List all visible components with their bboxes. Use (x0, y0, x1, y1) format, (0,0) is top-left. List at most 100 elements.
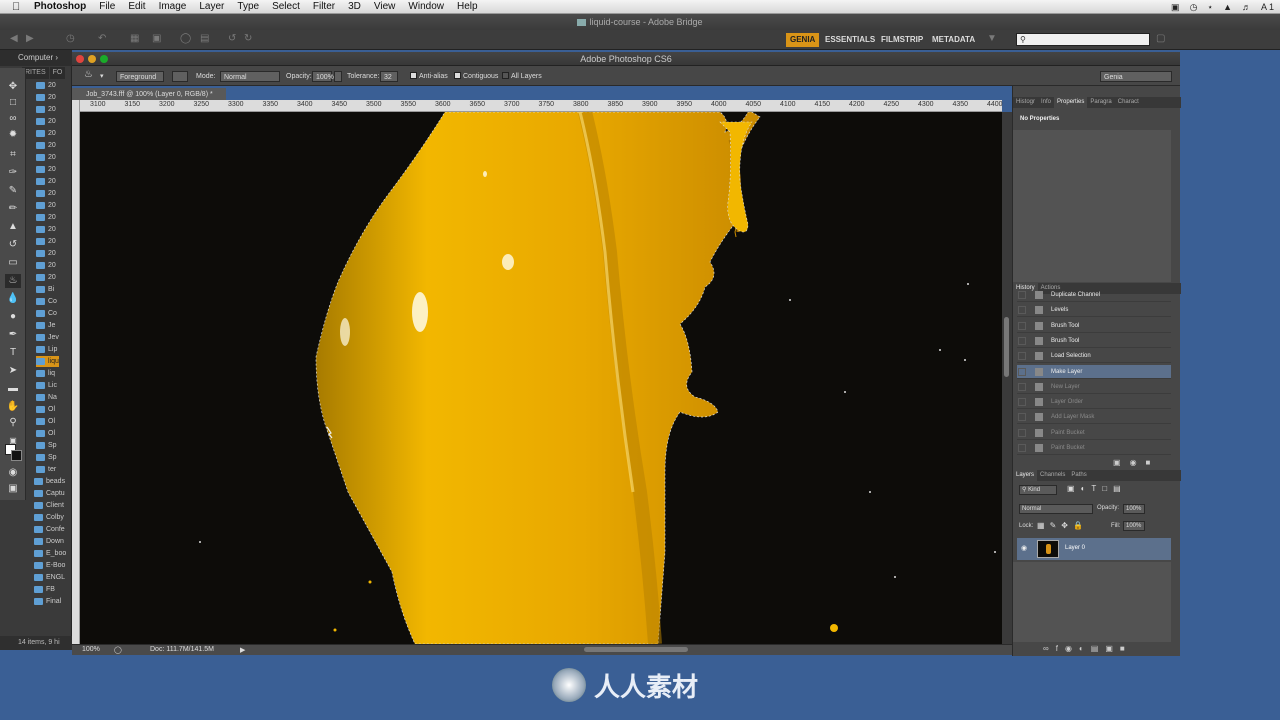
tab-properties[interactable]: Properties (1054, 97, 1088, 108)
adjustment-filter-icon[interactable]: ◐ (1081, 484, 1092, 493)
folder-item[interactable]: Final (34, 596, 61, 607)
horizontal-scroll-thumb[interactable] (584, 647, 688, 652)
history-state[interactable]: Paint Bucket (1017, 426, 1171, 440)
status-info-icon[interactable]: ◯ (114, 646, 122, 654)
history-state[interactable]: Duplicate Channel (1017, 288, 1171, 302)
folder-item[interactable]: ENGL (34, 572, 65, 583)
apple-icon[interactable]:  (12, 1, 26, 13)
folder-item[interactable]: 20 (36, 272, 56, 283)
eye-icon[interactable]: ◉ (1021, 544, 1027, 552)
opacity-input[interactable]: 100% (312, 71, 334, 82)
canvas-vertical-scrollbar[interactable] (1002, 112, 1012, 644)
camera-icon[interactable]: ▣ (1171, 2, 1180, 13)
tab-histogram[interactable]: Histogr (1013, 97, 1038, 108)
dodge-tool-icon[interactable]: ● (5, 310, 21, 324)
folder-item[interactable]: E_boo (34, 548, 66, 559)
folder-item[interactable]: Co (36, 308, 57, 319)
tab-paths[interactable]: Paths (1068, 470, 1089, 481)
delete-layer-icon[interactable]: ■ (1120, 644, 1132, 653)
folder-item[interactable]: Down (34, 536, 64, 547)
folder-item[interactable]: Lic (36, 380, 57, 391)
history-brush-tool-icon[interactable]: ↺ (5, 238, 21, 252)
menu-layer[interactable]: Layer (199, 1, 224, 12)
workspace-select[interactable]: Genia (1100, 71, 1172, 82)
fx-icon[interactable]: f (1056, 644, 1065, 653)
folder-item[interactable]: 20 (36, 224, 56, 235)
folder-item[interactable]: liq (36, 368, 55, 379)
quick-selection-tool-icon[interactable]: ✹ (5, 128, 21, 142)
folder-item[interactable]: Client (34, 500, 64, 511)
boomerang-icon[interactable]: ↶ (98, 33, 106, 44)
eyedropper-tool-icon[interactable]: ✑ (5, 166, 21, 180)
history-state[interactable]: Load Selection (1017, 349, 1171, 364)
crop-tool-icon[interactable]: ⌗ (5, 148, 21, 162)
blur-tool-icon[interactable]: 💧 (5, 292, 21, 306)
folder-item[interactable]: 20 (36, 104, 56, 115)
wifi-icon[interactable]: ▲ (1223, 2, 1232, 12)
fill-input[interactable]: 100% (1123, 521, 1145, 531)
shape-tool-icon[interactable]: ▬ (5, 382, 21, 396)
folder-item[interactable]: 20 (36, 116, 56, 127)
folder-item[interactable]: 20 (36, 140, 56, 151)
folder-item[interactable]: Ol (36, 428, 55, 439)
clone-stamp-tool-icon[interactable]: ▲ (5, 220, 21, 234)
folder-item[interactable]: ter (36, 464, 56, 475)
add-mask-icon[interactable]: ◉ (1065, 644, 1079, 653)
history-state[interactable]: Levels (1017, 303, 1171, 318)
menu-type[interactable]: Type (237, 1, 259, 12)
tab-paragraph[interactable]: Paragra (1087, 97, 1114, 108)
history-state[interactable]: New Layer (1017, 380, 1171, 394)
zoom-window-icon[interactable] (100, 55, 108, 63)
lock-transparency-icon[interactable]: ▦ (1037, 521, 1050, 530)
layer-filter-kind-select[interactable]: ⚲ Kind (1019, 485, 1057, 495)
folder-item[interactable]: Captu (34, 488, 65, 499)
move-tool-icon[interactable]: ✥ (5, 80, 21, 94)
menu-filter[interactable]: Filter (313, 1, 335, 12)
background-color-swatch[interactable] (11, 450, 22, 461)
tab-info[interactable]: Info (1038, 97, 1054, 108)
folder-item[interactable]: 20 (36, 260, 56, 271)
lock-pixels-icon[interactable]: ✎ (1050, 521, 1062, 530)
brush-tool-icon[interactable]: ✏ (5, 202, 21, 216)
folder-item[interactable]: 20 (36, 200, 56, 211)
document-canvas[interactable] (80, 112, 1002, 644)
history-brush-source-box[interactable] (1018, 367, 1026, 376)
paint-bucket-tool-icon[interactable]: ♨ (5, 274, 21, 288)
antialias-checkbox[interactable]: Anti-alias (410, 71, 448, 82)
menu-window[interactable]: Window (408, 1, 444, 12)
healing-brush-tool-icon[interactable]: ✎ (5, 184, 21, 198)
menu-image[interactable]: Image (159, 1, 187, 12)
menu-edit[interactable]: Edit (128, 1, 145, 12)
new-layer-icon[interactable]: ▣ (1105, 644, 1120, 653)
folder-item[interactable]: 20 (36, 176, 56, 187)
lasso-tool-icon[interactable]: ∞ (5, 112, 21, 126)
zoom-level[interactable]: 100% (82, 646, 100, 653)
folder-item[interactable]: Confe (34, 524, 65, 535)
smart-object-filter-icon[interactable]: ▤ (1113, 484, 1127, 493)
paint-bucket-preset-icon[interactable]: ♨ (84, 69, 93, 80)
pattern-picker[interactable] (172, 71, 188, 82)
menu-3d[interactable]: 3D (348, 1, 361, 12)
folder-item[interactable]: 20 (36, 236, 56, 247)
history-brush-source-box[interactable] (1018, 291, 1026, 299)
back-icon[interactable]: ◀ (10, 33, 18, 44)
timemachine-icon[interactable]: ◷ (1190, 2, 1198, 13)
tab-layers[interactable]: Layers (1013, 470, 1038, 481)
marquee-tool-icon[interactable]: □ (5, 96, 21, 110)
eraser-tool-icon[interactable]: ▭ (5, 256, 21, 270)
history-brush-source-box[interactable] (1018, 336, 1026, 345)
rotate-left-icon[interactable]: ↺ (228, 33, 236, 44)
folder-item[interactable]: Je (36, 320, 55, 331)
minimize-icon[interactable] (88, 55, 96, 63)
input-indicator[interactable]: A 1 (1261, 2, 1274, 12)
all-layers-checkbox[interactable]: All Layers (502, 71, 542, 82)
output-icon[interactable]: ▤ (200, 33, 209, 44)
tab-folders[interactable]: FO (49, 67, 66, 79)
folder-item[interactable]: beads (34, 476, 65, 487)
path-selection-tool-icon[interactable]: ➤ (5, 364, 21, 378)
forward-icon[interactable]: ▶ (26, 33, 34, 44)
folder-item[interactable]: 20 (36, 152, 56, 163)
folder-item[interactable]: 20 (36, 164, 56, 175)
folder-item[interactable]: Na (36, 392, 57, 403)
camera-get-icon[interactable]: ▦ (130, 33, 139, 44)
